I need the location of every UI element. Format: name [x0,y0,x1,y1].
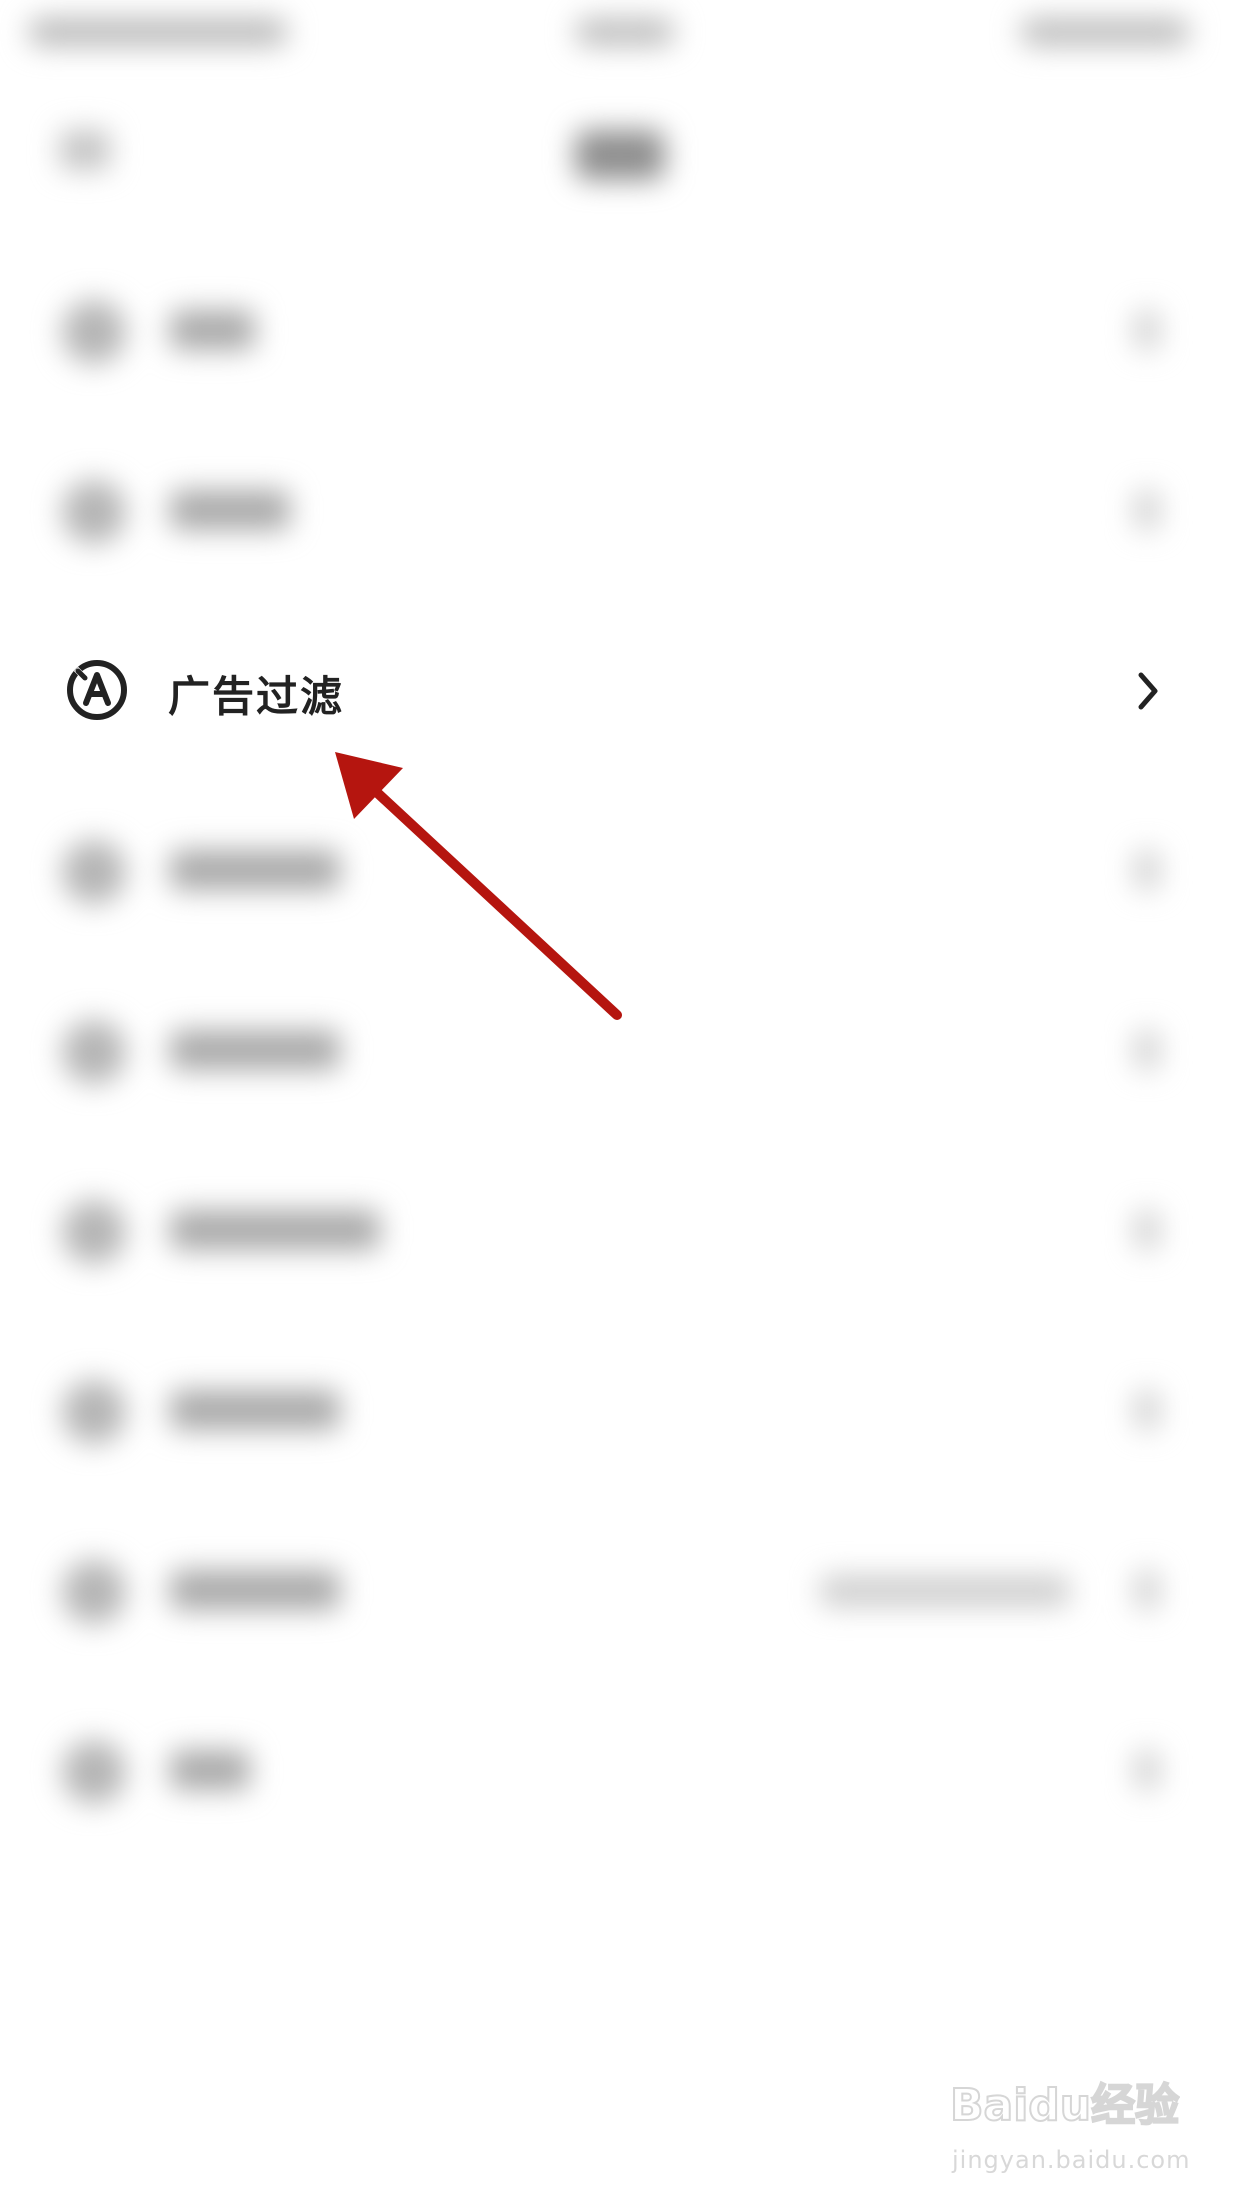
row-icon-blurred [62,300,126,364]
chevron-blurred [1135,1030,1159,1070]
row-label-blurred [170,1570,340,1610]
chevron-blurred [1135,1390,1159,1430]
settings-row-blurred[interactable] [0,1155,1242,1305]
row-label-blurred [170,1390,340,1430]
status-bar-left-blurred [28,18,288,46]
row-icon-blurred [62,840,126,904]
row-icon-blurred [62,1200,126,1264]
settings-row-blurred[interactable] [0,1515,1242,1665]
chevron-blurred [1135,1210,1159,1250]
row-label-blurred [170,1750,250,1790]
row-icon-blurred [62,1020,126,1084]
settings-row-blurred[interactable] [0,1695,1242,1845]
chevron-blurred [1135,490,1159,530]
settings-row-blurred[interactable] [0,975,1242,1125]
baidu-watermark: Baidu经验 jingyan.baidu.com [950,2068,1189,2188]
chevron-blurred [1135,850,1159,890]
status-bar-right-blurred [1020,18,1190,46]
row-icon-blurred [62,1380,126,1444]
svg-text:Baidu经验: Baidu经验 [950,2080,1179,2131]
chevron-blurred [1135,1750,1159,1790]
row-icon-blurred [62,1740,126,1804]
row-label-blurred [170,850,340,890]
status-bar [0,0,1242,70]
row-value-blurred [820,1575,1070,1607]
settings-row-blurred[interactable] [0,255,1242,405]
page-title-blurred [575,130,665,180]
row-label-blurred [170,490,290,530]
nav-bar [0,90,1242,210]
settings-row-blurred[interactable] [0,795,1242,945]
status-bar-center-blurred [575,18,675,46]
settings-row-blurred[interactable] [0,435,1242,585]
row-icon-blurred [62,1560,126,1624]
baidu-logo-icon: Baidu经验 [950,2079,1180,2132]
chevron-blurred [1135,310,1159,350]
settings-row-blurred[interactable] [0,1335,1242,1485]
ad-block-icon [67,660,127,720]
row-label-blurred [170,1210,380,1250]
back-button-blurred[interactable] [60,130,110,170]
chevron-blurred [1135,1570,1159,1610]
watermark-url: jingyan.baidu.com [952,2146,1191,2174]
chevron-right-icon [1138,672,1158,710]
ad-filter-label: 广告过滤 [168,672,345,721]
row-icon-blurred [62,480,126,544]
ad-filter-row[interactable]: 广告过滤 [0,615,1242,765]
row-label-blurred [170,310,255,350]
row-label-blurred [170,1030,340,1070]
